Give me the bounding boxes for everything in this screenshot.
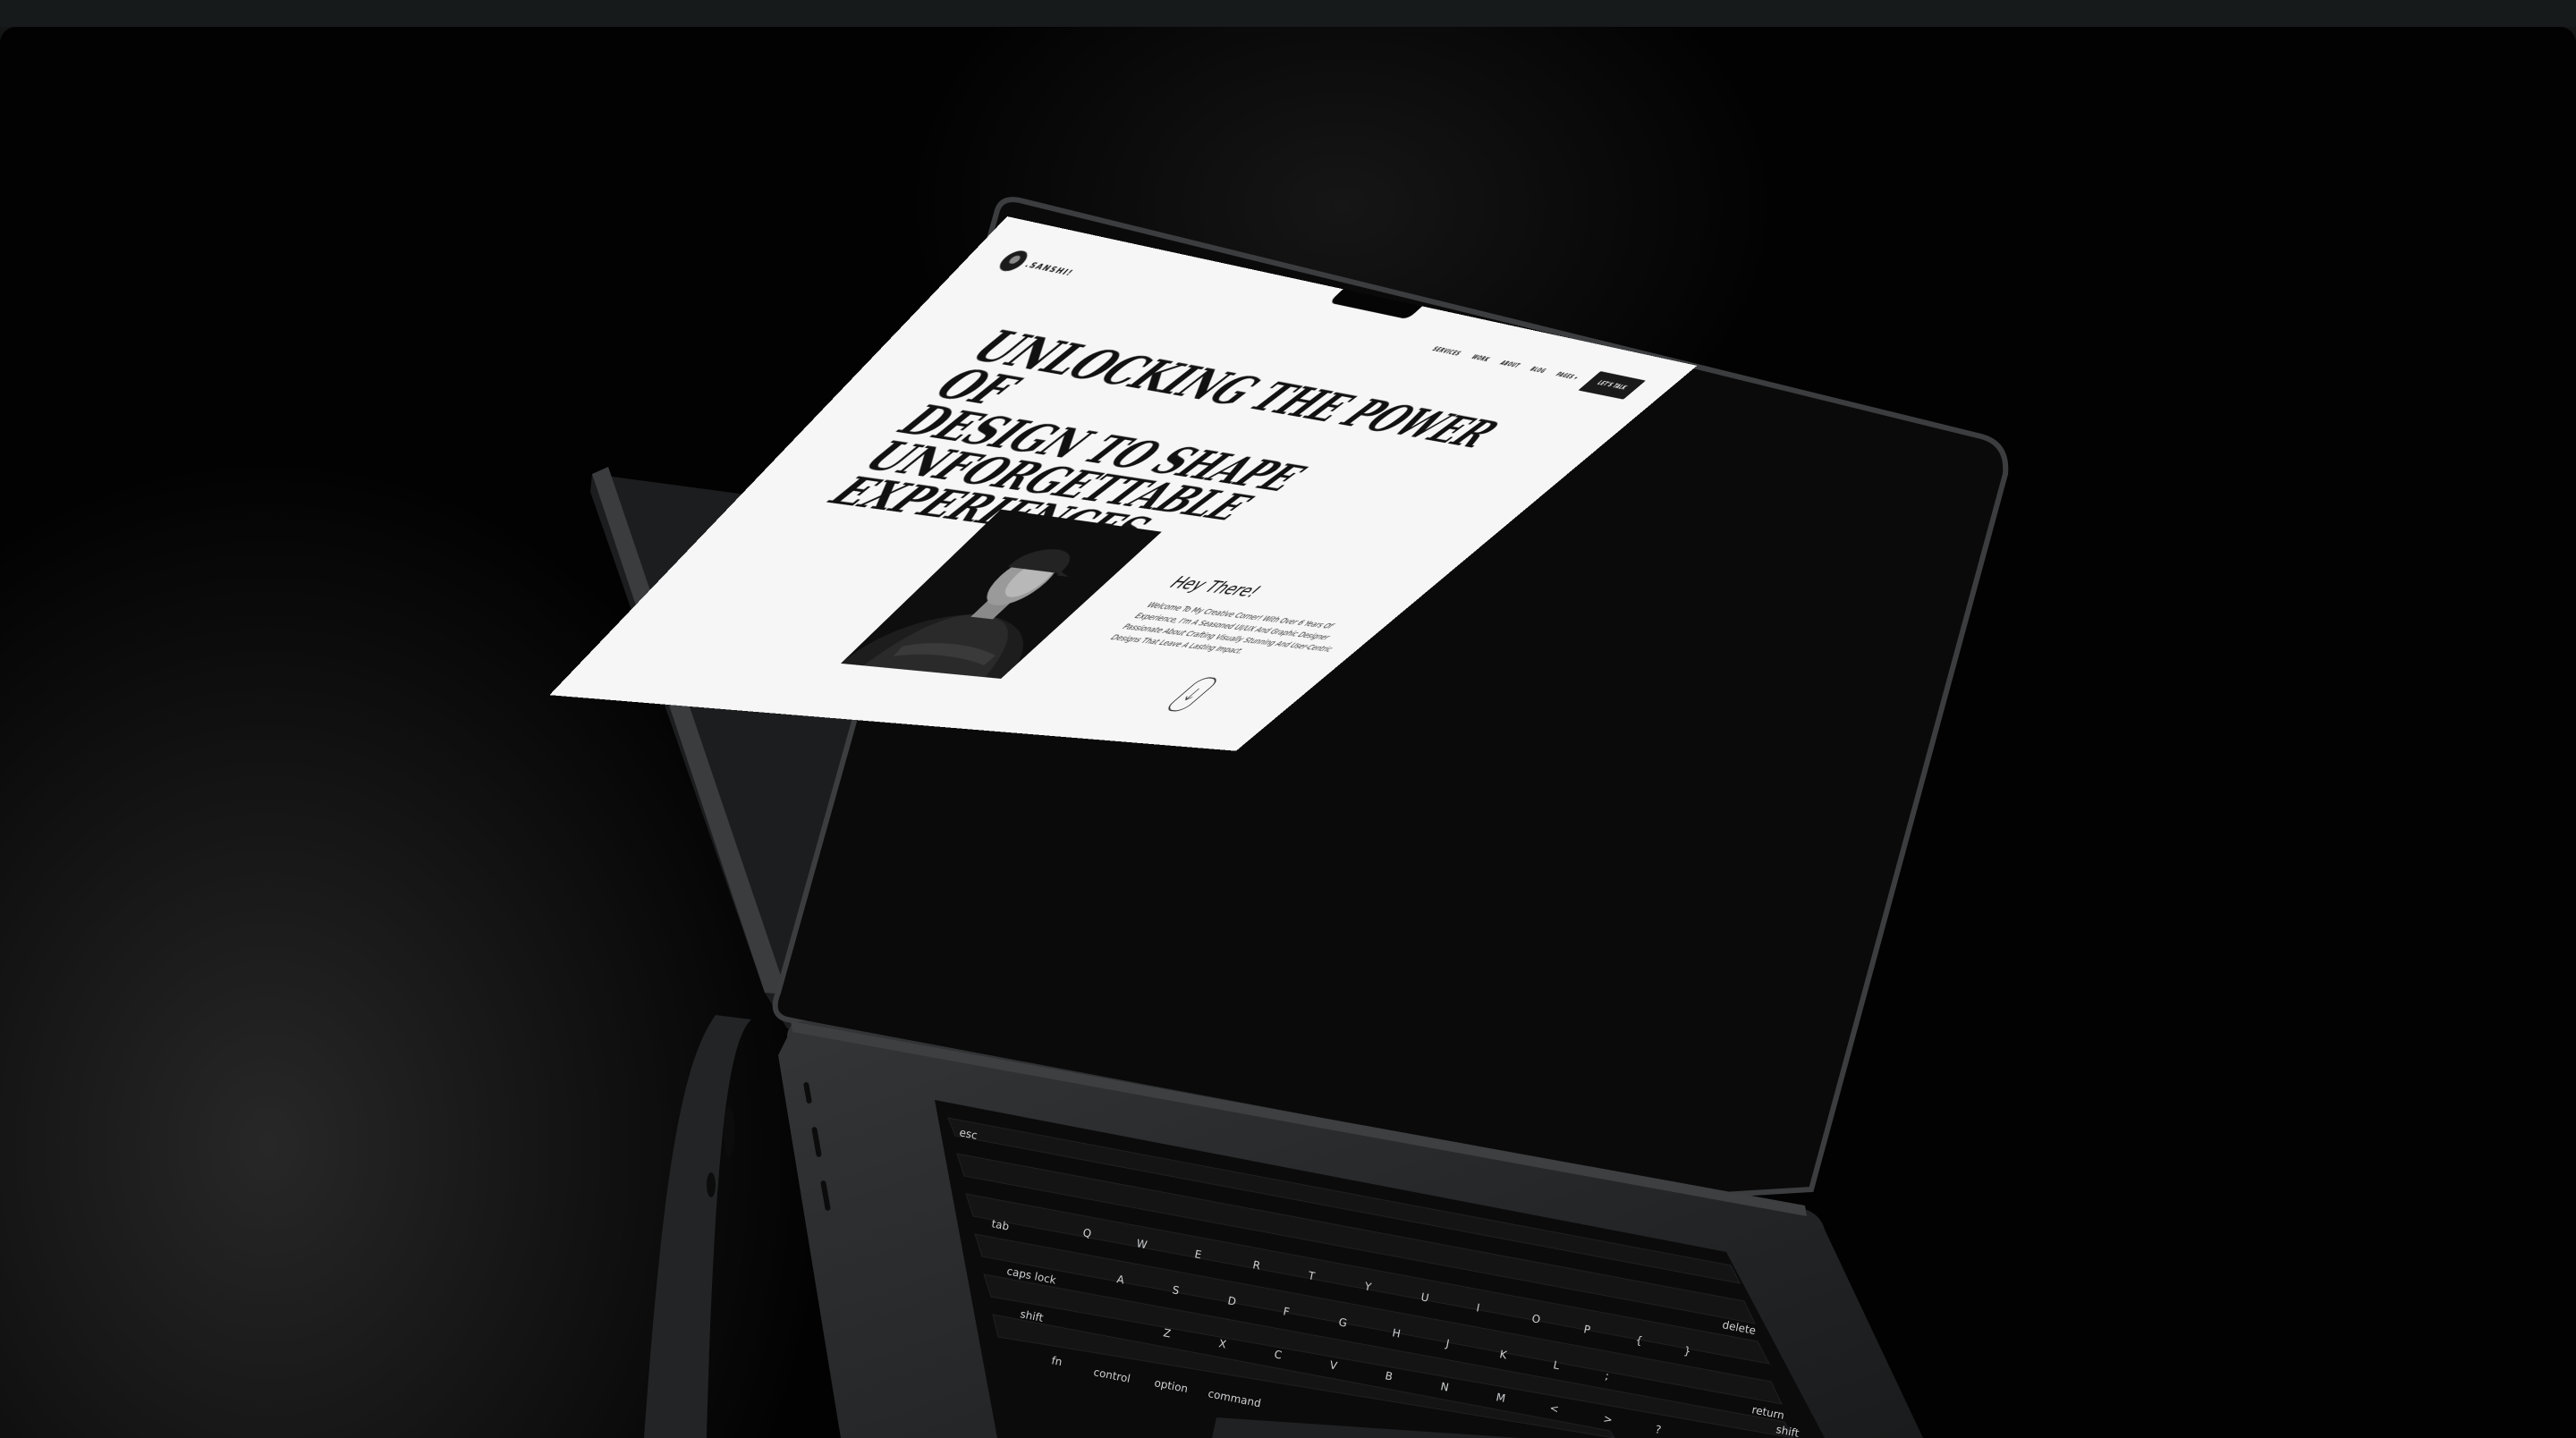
- main-nav: SERVICES WORK ABOUT BLOG PAGES ▾ LET'S T…: [1422, 339, 1646, 400]
- intro-title: Hey There!: [1164, 573, 1267, 601]
- nav-work[interactable]: WORK: [1470, 354, 1491, 362]
- avatar-logo-icon: [994, 249, 1032, 273]
- person-illustration: [841, 510, 1162, 679]
- intro-paragraph: Welcome To My Creative Corner! With Over…: [1106, 599, 1370, 665]
- arrow-down-icon: [1181, 687, 1204, 701]
- laptop-illustration: esc tab caps lock shift fn control optio…: [0, 27, 2576, 1438]
- nav-blog[interactable]: BLOG: [1529, 367, 1548, 375]
- site-logo[interactable]: .SANSHI!: [994, 249, 1081, 283]
- nav-about[interactable]: ABOUT: [1498, 360, 1521, 369]
- nav-pages-dropdown[interactable]: PAGES ▾: [1554, 372, 1580, 381]
- logo-text: .SANSHI!: [1022, 259, 1076, 277]
- lets-talk-button[interactable]: LET'S TALK: [1578, 371, 1646, 400]
- nav-services[interactable]: SERVICES: [1430, 346, 1462, 357]
- scroll-down-button[interactable]: [1164, 677, 1222, 713]
- browser-top-bar: [0, 0, 2576, 27]
- hero-headline: Unlocking the power of design to shape u…: [822, 326, 1530, 579]
- portrait-photo: [841, 510, 1162, 679]
- mockup-stage: esc tab caps lock shift fn control optio…: [0, 27, 2576, 1438]
